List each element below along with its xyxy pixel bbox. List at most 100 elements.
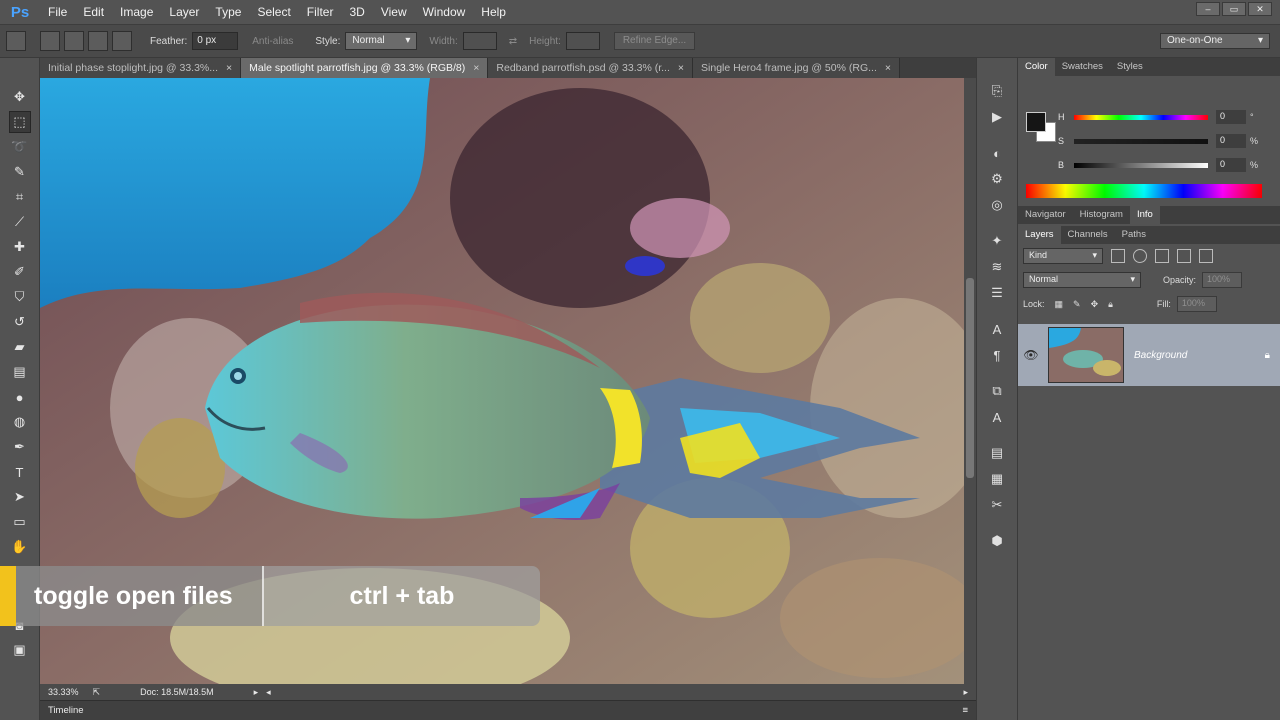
menu-file[interactable]: File [40, 0, 75, 24]
pen-tool-icon[interactable]: ✒ [9, 436, 31, 458]
brush-tool-icon[interactable]: ✐ [9, 261, 31, 283]
history-brush-tool-icon[interactable]: ↺ [9, 311, 31, 333]
type-filter-icon[interactable] [1155, 249, 1169, 263]
notes-icon[interactable]: ▤ [986, 442, 1008, 464]
lock-position-icon[interactable]: ✥ [1091, 299, 1099, 310]
brush-icon[interactable]: ≋ [986, 256, 1008, 278]
tab-styles[interactable]: Styles [1110, 58, 1150, 76]
clone-stamp-tool-icon[interactable]: ⛉ [9, 286, 31, 308]
rectangle-tool-icon[interactable]: ▭ [9, 511, 31, 533]
timeline-panel[interactable]: Timeline ≡ [40, 700, 976, 720]
antialias-checkbox[interactable]: Anti-alias [252, 36, 293, 47]
type-tool-icon[interactable]: T [9, 461, 31, 483]
close-icon[interactable]: × [885, 62, 891, 74]
menu-layer[interactable]: Layer [161, 0, 207, 24]
smart-object-filter-icon[interactable] [1199, 249, 1213, 263]
dodge-tool-icon[interactable]: ◍ [9, 411, 31, 433]
new-selection-icon[interactable] [40, 31, 60, 51]
brush-preset-icon[interactable]: ✦ [986, 230, 1008, 252]
blend-mode-select[interactable]: Normal ▾ [1023, 272, 1141, 288]
eyedropper-tool-icon[interactable]: ⟋ [9, 211, 31, 233]
tab-color[interactable]: Color [1018, 58, 1055, 76]
scroll-right-icon[interactable]: ▸ [963, 687, 968, 698]
refine-edge-button[interactable]: Refine Edge... [613, 32, 696, 50]
fill-input[interactable]: 100% [1176, 296, 1217, 312]
eraser-tool-icon[interactable]: ▰ [9, 336, 31, 358]
history-icon[interactable]: ⎘ [986, 80, 1008, 102]
brightness-value[interactable]: 0 [1216, 158, 1246, 172]
tab-histogram[interactable]: Histogram [1073, 206, 1130, 224]
tab-redband-parrotfish[interactable]: Redband parrotfish.psd @ 33.3% (r... × [488, 58, 694, 78]
swap-icon[interactable]: ⇄ [509, 36, 517, 47]
layer-name[interactable]: Background [1134, 350, 1187, 361]
gradient-tool-icon[interactable]: ▤ [9, 361, 31, 383]
hue-value[interactable]: 0 [1216, 110, 1246, 124]
layer-row-background[interactable]: 👁︎ Background 🔒︎ [1018, 324, 1280, 386]
style-select[interactable]: Normal ▾ [345, 32, 418, 50]
paragraph-styles-icon[interactable]: ▦ [986, 468, 1008, 490]
tab-channels[interactable]: Channels [1061, 226, 1115, 244]
move-tool-icon[interactable]: ✥ [9, 86, 31, 108]
crop-tool-icon[interactable]: ⌗ [9, 186, 31, 208]
status-menu-arrow-icon[interactable]: ▸ [254, 687, 259, 698]
height-input[interactable] [565, 32, 600, 50]
close-icon[interactable]: × [678, 62, 684, 74]
minimize-button[interactable]: – [1196, 2, 1220, 16]
tab-male-spotlight-parrotfish[interactable]: Male spotlight parrotfish.jpg @ 33.3% (R… [241, 58, 489, 78]
cube-icon[interactable]: ⬢ [986, 530, 1008, 552]
export-icon[interactable]: ⇱ [93, 687, 101, 698]
scroll-left-icon[interactable]: ◂ [266, 687, 271, 698]
menu-help[interactable]: Help [473, 0, 514, 24]
scrollbar-thumb[interactable] [966, 278, 974, 478]
close-icon[interactable]: × [473, 62, 479, 74]
foreground-color-swatch[interactable] [1026, 112, 1046, 132]
lock-all-icon[interactable]: 🔒︎ [1108, 299, 1113, 310]
saturation-slider[interactable] [1074, 138, 1208, 144]
tab-navigator[interactable]: Navigator [1018, 206, 1073, 224]
tab-single-hero4-frame[interactable]: Single Hero4 frame.jpg @ 50% (RG... × [693, 58, 901, 78]
hue-slider[interactable] [1074, 114, 1208, 120]
quick-select-tool-icon[interactable]: ✎ [9, 161, 31, 183]
menu-filter[interactable]: Filter [299, 0, 342, 24]
feather-input[interactable]: 0 px [192, 32, 239, 50]
lasso-tool-icon[interactable]: ➰ [9, 136, 31, 158]
tool-presets-icon[interactable]: ☰ [986, 282, 1008, 304]
character-icon[interactable]: A [986, 318, 1008, 340]
subtract-selection-icon[interactable] [88, 31, 108, 51]
tab-paths[interactable]: Paths [1115, 226, 1153, 244]
workspace-select[interactable]: One-on-One ▾ [1160, 33, 1270, 49]
hand-tool-icon[interactable]: ✋ [9, 536, 31, 558]
vertical-scrollbar[interactable] [964, 78, 976, 684]
intersect-selection-icon[interactable] [112, 31, 132, 51]
tool-icon[interactable]: ✂ [986, 494, 1008, 516]
healing-brush-tool-icon[interactable]: ✚ [9, 236, 31, 258]
saturation-value[interactable]: 0 [1216, 134, 1246, 148]
close-icon[interactable]: × [226, 62, 232, 74]
menu-3d[interactable]: 3D [341, 0, 372, 24]
clone-source-icon[interactable]: ⧉ [986, 380, 1008, 402]
tab-swatches[interactable]: Swatches [1055, 58, 1110, 76]
color-spectrum[interactable] [1026, 184, 1262, 198]
visibility-eye-icon[interactable]: 👁︎ [1018, 348, 1044, 362]
lock-transparent-icon[interactable]: ▦ [1055, 299, 1064, 310]
marquee-tool-icon[interactable]: ⬚ [8, 111, 31, 133]
menu-edit[interactable]: Edit [75, 0, 112, 24]
opacity-input[interactable]: 100% [1202, 272, 1243, 288]
pixel-filter-icon[interactable] [1111, 249, 1125, 263]
screen-mode-icon[interactable]: ▣ [9, 639, 31, 661]
character-styles-icon[interactable]: A [986, 406, 1008, 428]
menu-image[interactable]: Image [112, 0, 161, 24]
close-button[interactable]: ✕ [1248, 2, 1272, 16]
zoom-level[interactable]: 33.33% [48, 687, 79, 697]
actions-icon[interactable]: ▶ [986, 106, 1008, 128]
menu-view[interactable]: View [373, 0, 415, 24]
kind-select[interactable]: Kind ▾ [1023, 248, 1103, 264]
3d-icon[interactable]: ◎ [986, 194, 1008, 216]
tab-layers[interactable]: Layers [1018, 226, 1061, 244]
menu-type[interactable]: Type [207, 0, 249, 24]
menu-select[interactable]: Select [249, 0, 298, 24]
maximize-button[interactable]: ▭ [1222, 2, 1246, 16]
menu-window[interactable]: Window [415, 0, 474, 24]
lock-pixels-icon[interactable]: ✎ [1073, 299, 1081, 310]
paragraph-icon[interactable]: ¶ [986, 344, 1008, 366]
